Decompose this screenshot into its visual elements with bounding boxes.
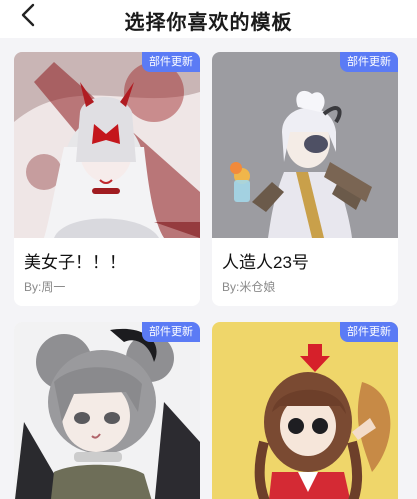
template-card[interactable]: 部件更新 <box>14 322 200 499</box>
update-badge: 部件更新 <box>340 322 398 342</box>
top-bar: 选择你喜欢的模板 <box>0 0 417 38</box>
template-card[interactable]: 部件更新 人造人23号 By:米仓娘 <box>212 52 398 306</box>
template-card[interactable]: 部件更新 <box>212 322 398 499</box>
template-thumbnail <box>14 322 200 499</box>
update-badge: 部件更新 <box>340 52 398 72</box>
page-title: 选择你喜欢的模板 <box>124 12 293 34</box>
template-author: By:周一 <box>24 280 66 294</box>
template-thumbnail <box>212 52 398 238</box>
template-name: 人造人23号 <box>222 253 309 272</box>
template-thumbnail <box>14 52 200 238</box>
template-thumbnail <box>212 322 398 499</box>
template-author: By:米仓娘 <box>222 280 276 294</box>
update-badge: 部件更新 <box>142 322 200 342</box>
update-badge: 部件更新 <box>142 52 200 72</box>
template-name: 美女子！！！ <box>24 253 126 272</box>
template-card[interactable]: 部件更新 美女子！！！ By:周一 <box>14 52 200 306</box>
